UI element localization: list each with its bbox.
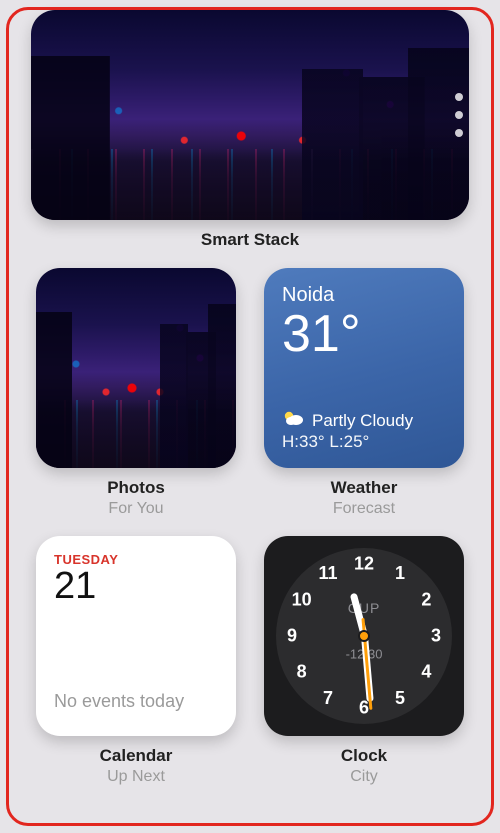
clock-numeral: 7 xyxy=(323,688,333,709)
calendar-subtitle: Up Next xyxy=(107,768,165,786)
weather-block: Noida 31° Partly Cloudy H:33° L:25° Weat… xyxy=(264,268,464,518)
photos-block: Photos For You xyxy=(36,268,236,518)
clock-numeral: 1 xyxy=(395,563,405,584)
pager-dot xyxy=(455,111,463,119)
calendar-title: Calendar xyxy=(100,746,173,766)
clock-numeral: 10 xyxy=(292,590,312,611)
clock-numeral: 12 xyxy=(354,554,374,575)
clock-block: CUP -12:30 121234567891011 Clock City xyxy=(264,536,464,786)
city-photo xyxy=(31,10,469,220)
smartstack-title: Smart Stack xyxy=(201,230,299,250)
clock-numeral: 2 xyxy=(421,590,431,611)
clock-widget[interactable]: CUP -12:30 121234567891011 xyxy=(264,536,464,736)
smartstack-pager[interactable] xyxy=(455,93,463,137)
weather-title: Weather xyxy=(331,478,398,498)
weather-temp: 31° xyxy=(282,307,446,362)
clock-numeral: 6 xyxy=(359,698,369,719)
weather-city: Noida xyxy=(282,284,446,307)
clock-numeral: 4 xyxy=(421,662,431,683)
clock-numeral: 3 xyxy=(431,626,441,647)
weather-widget[interactable]: Noida 31° Partly Cloudy H:33° L:25° xyxy=(264,268,464,468)
city-photo xyxy=(36,268,236,468)
smartstack-block: Smart Stack xyxy=(31,10,469,250)
photos-widget[interactable] xyxy=(36,268,236,468)
clock-numeral: 11 xyxy=(318,563,337,584)
calendar-widget[interactable]: TUESDAY 21 No events today xyxy=(36,536,236,736)
calendar-msg: No events today xyxy=(54,691,218,720)
photos-title: Photos xyxy=(107,478,165,498)
clock-subtitle: City xyxy=(350,768,378,786)
calendar-dom: 21 xyxy=(54,565,218,608)
smartstack-widget[interactable] xyxy=(31,10,469,220)
widget-gallery: Smart Stack Photos For You Noida 31° xyxy=(10,10,490,786)
pager-dot xyxy=(455,93,463,101)
photos-subtitle: For You xyxy=(108,500,163,518)
clock-numeral: 9 xyxy=(287,626,297,647)
weather-condition: Partly Cloudy xyxy=(312,411,413,431)
partly-cloudy-icon xyxy=(282,409,304,432)
weather-hilo: H:33° L:25° xyxy=(282,432,446,452)
clock-numeral: 5 xyxy=(395,688,405,709)
calendar-block: TUESDAY 21 No events today Calendar Up N… xyxy=(36,536,236,786)
clock-cap xyxy=(358,630,370,642)
pager-dot xyxy=(455,129,463,137)
clock-numeral: 8 xyxy=(297,662,307,683)
clock-title: Clock xyxy=(341,746,387,766)
weather-subtitle: Forecast xyxy=(333,500,395,518)
clock-face: CUP -12:30 121234567891011 xyxy=(276,548,452,724)
